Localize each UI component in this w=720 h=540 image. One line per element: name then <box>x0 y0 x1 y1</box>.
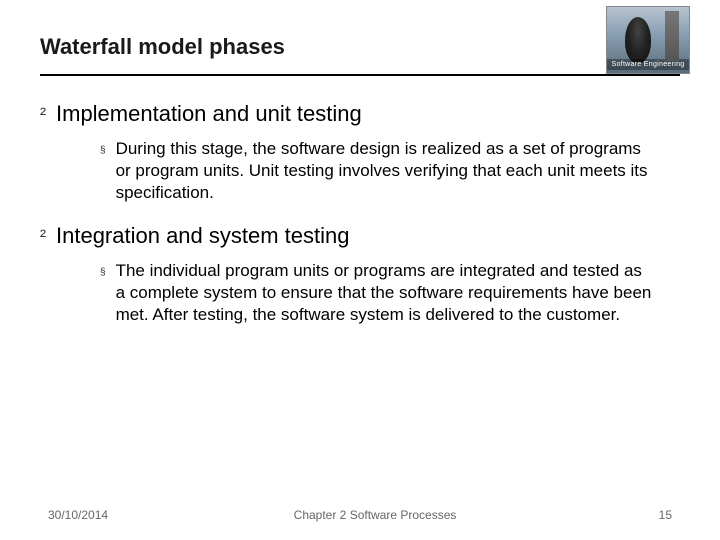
section-body: The individual program units or programs… <box>116 260 656 326</box>
slide-content: ² Implementation and unit testing § Duri… <box>0 76 720 326</box>
slide-footer: 30/10/2014 Chapter 2 Software Processes … <box>0 508 720 522</box>
section-heading-row: ² Implementation and unit testing <box>40 100 664 128</box>
section-implementation: ² Implementation and unit testing § Duri… <box>40 100 664 204</box>
book-cover-label: Software Engineering <box>607 59 689 70</box>
slide: Software Engineering Waterfall model pha… <box>0 0 720 540</box>
section-heading-row: ² Integration and system testing <box>40 222 664 250</box>
footer-chapter: Chapter 2 Software Processes <box>108 508 642 522</box>
diamond-bullet-icon: ² <box>40 100 46 128</box>
section-body-list: § The individual program units or progra… <box>40 250 664 326</box>
footer-date: 30/10/2014 <box>48 508 108 522</box>
section-heading: Implementation and unit testing <box>56 100 362 128</box>
footer-page-number: 15 <box>642 508 672 522</box>
square-bullet-icon: § <box>100 138 106 162</box>
list-item: § The individual program units or progra… <box>100 260 664 326</box>
diamond-bullet-icon: ² <box>40 222 46 250</box>
list-item: § During this stage, the software design… <box>100 138 664 204</box>
section-heading: Integration and system testing <box>56 222 350 250</box>
slide-title: Waterfall model phases <box>40 34 680 60</box>
section-body: During this stage, the software design i… <box>116 138 656 204</box>
square-bullet-icon: § <box>100 260 106 284</box>
slide-header: Waterfall model phases <box>0 0 720 60</box>
section-body-list: § During this stage, the software design… <box>40 128 664 204</box>
section-integration: ² Integration and system testing § The i… <box>40 222 664 326</box>
